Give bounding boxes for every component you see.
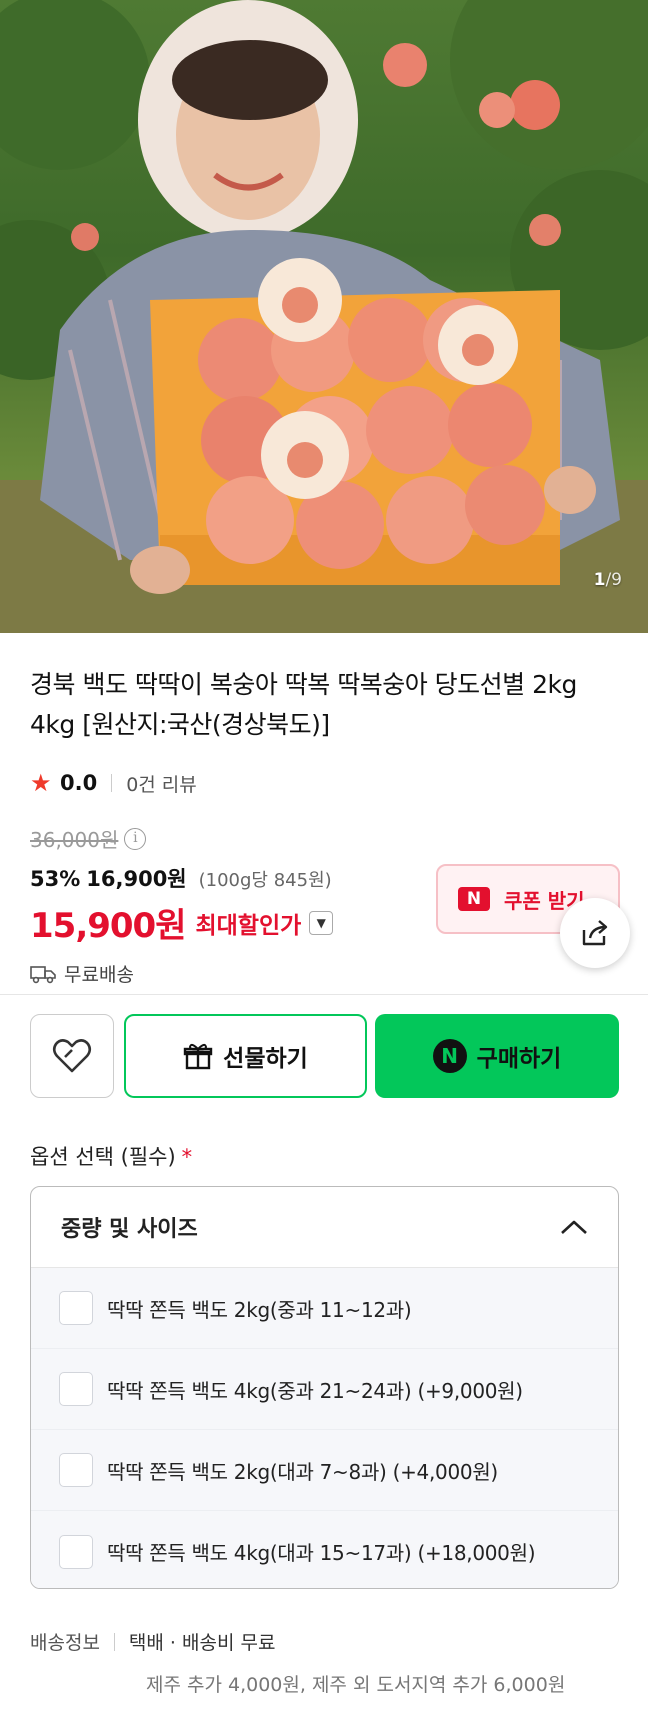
buy-label: 구매하기 xyxy=(476,1046,562,1072)
info-icon[interactable]: i xyxy=(124,827,147,850)
naver-logo-icon: N xyxy=(458,887,490,911)
chevron-up-icon[interactable] xyxy=(560,1219,588,1235)
final-price-row[interactable]: 15,900원 최대할인가 ▼ xyxy=(30,898,334,947)
star-icon: ★ xyxy=(30,769,52,797)
image-current-index: 1 xyxy=(593,570,606,590)
option-label: 딱딱 쫀득 백도 2kg(중과 11~12과) xyxy=(107,1297,412,1322)
option-checkbox[interactable] xyxy=(59,1534,93,1569)
option-heading-label: 옵션 선택 (필수) xyxy=(30,1145,176,1169)
shipping-label: 무료배송 xyxy=(64,964,134,986)
option-item[interactable]: 딱딱 쫀득 백도 2kg(대과 7~8과) (+4,000원) xyxy=(31,1430,618,1511)
unit-price: (100g당 845원) xyxy=(198,870,332,891)
delivery-info-row: 배송정보 택배 · 배송비 무료 xyxy=(30,1628,275,1655)
delivery-key: 배송정보 xyxy=(30,1632,100,1654)
option-group-title: 중량 및 사이즈 xyxy=(61,1217,198,1242)
option-label: 딱딱 쫀득 백도 4kg(대과 15~17과) (+18,000원) xyxy=(107,1541,536,1565)
option-item[interactable]: 딱딱 쫀득 백도 2kg(중과 11~12과) xyxy=(31,1268,618,1349)
original-price-row: 36,000원 i xyxy=(30,824,147,853)
shipping-row: 무료배송 xyxy=(30,960,134,987)
wishlist-button[interactable] xyxy=(30,1014,114,1098)
original-price: 36,000원 xyxy=(30,828,119,852)
divider xyxy=(111,774,113,792)
option-label: 딱딱 쫀득 백도 4kg(중과 21~24과) (+9,000원) xyxy=(107,1378,523,1403)
option-item[interactable]: 딱딱 쫀득 백도 4kg(중과 21~24과) (+9,000원) xyxy=(31,1349,618,1430)
section-divider xyxy=(0,994,648,995)
rating-score: 0.0 xyxy=(60,771,98,795)
truck-icon xyxy=(30,965,56,983)
final-price: 15,900원 xyxy=(30,906,186,946)
product-image[interactable]: 1/9 xyxy=(0,0,648,633)
sale-price-row: 53% 16,900원 (100g당 845원) xyxy=(30,863,332,893)
gift-icon xyxy=(183,1043,213,1070)
discount-rate: 53% xyxy=(30,867,81,891)
product-photo-illustration xyxy=(0,0,648,633)
share-icon xyxy=(582,920,608,946)
option-item[interactable]: 딱딱 쫀득 백도 4kg(대과 15~17과) (+18,000원) xyxy=(31,1511,618,1588)
sale-price: 16,900원 xyxy=(86,867,187,891)
option-checkbox[interactable] xyxy=(59,1453,93,1487)
heart-icon xyxy=(52,1039,92,1073)
gift-button[interactable]: 선물하기 xyxy=(124,1014,367,1098)
option-list: 딱딱 쫀득 백도 2kg(중과 11~12과) 딱딱 쫀득 백도 4kg(중과 … xyxy=(31,1267,618,1588)
option-checkbox[interactable] xyxy=(59,1372,93,1406)
product-title: 경북 백도 딱딱이 복숭아 딱복 딱복숭아 당도선별 2kg 4kg [원산지:… xyxy=(30,670,577,739)
rating-row[interactable]: ★ 0.0 0건 리뷰 xyxy=(30,768,197,798)
max-discount-label: 최대할인가 xyxy=(195,912,302,939)
gift-label: 선물하기 xyxy=(223,1046,308,1072)
delivery-note: 제주 추가 4,000원, 제주 외 도서지역 추가 6,000원 xyxy=(146,1674,566,1696)
divider xyxy=(113,1632,115,1651)
image-counter: 1/9 xyxy=(594,570,622,590)
option-label: 딱딱 쫀득 백도 2kg(대과 7~8과) (+4,000원) xyxy=(107,1459,498,1484)
option-select[interactable]: 중량 및 사이즈 딱딱 쫀득 백도 2kg(중과 11~12과) 딱딱 쫀득 백… xyxy=(30,1186,619,1589)
share-button[interactable] xyxy=(560,898,630,968)
option-heading: 옵션 선택 (필수) * xyxy=(30,1141,192,1171)
chevron-down-icon[interactable]: ▼ xyxy=(309,910,334,935)
naver-pay-icon: N xyxy=(432,1039,467,1073)
buy-button[interactable]: N 구매하기 xyxy=(375,1014,619,1098)
option-checkbox[interactable] xyxy=(59,1291,93,1325)
option-group-header[interactable]: 중량 및 사이즈 xyxy=(31,1187,618,1267)
required-mark: * xyxy=(181,1145,193,1169)
delivery-value: 택배 · 배송비 무료 xyxy=(128,1632,276,1654)
review-count-link[interactable]: 0건 리뷰 xyxy=(126,770,197,797)
image-total-count: 9 xyxy=(611,570,622,590)
